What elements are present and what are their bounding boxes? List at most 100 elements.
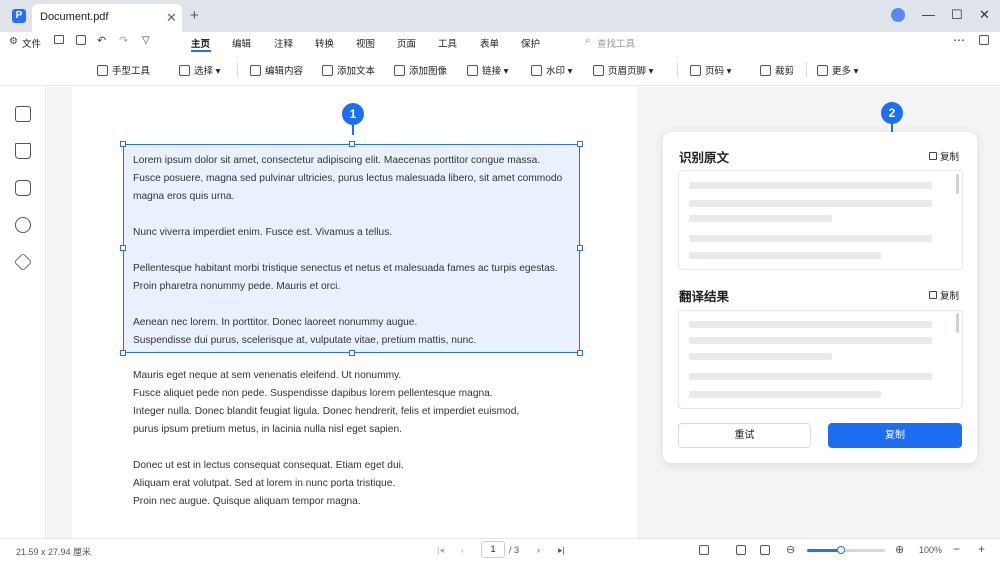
next-page-icon[interactable]: › <box>537 545 540 555</box>
source-text-title: 识别原文 <box>679 151 730 165</box>
tab-close-icon[interactable]: ✕ <box>166 10 177 26</box>
zoom-decrease-icon[interactable]: − <box>953 542 960 556</box>
active-tab-indicator <box>191 50 211 52</box>
edit-icon <box>250 65 261 76</box>
link-icon <box>467 65 478 76</box>
selection-handle[interactable] <box>120 141 126 147</box>
add-image-button[interactable]: 添加图像 <box>394 63 447 77</box>
thumbnails-icon[interactable] <box>15 106 31 122</box>
folder-icon[interactable] <box>54 35 64 44</box>
more-label: 更多 <box>832 66 852 77</box>
selection-handle[interactable] <box>120 350 126 356</box>
tool-search-input[interactable]: 查找工具 <box>597 36 635 50</box>
close-window-icon[interactable]: ✕ <box>979 7 990 23</box>
edit-content-button[interactable]: 编辑内容 <box>250 63 303 77</box>
last-page-icon[interactable]: ▸| <box>558 545 565 556</box>
tab-home[interactable]: 主页 <box>191 36 210 50</box>
page-layout-icon[interactable] <box>699 545 709 555</box>
page-number-label: 页码 <box>705 66 725 77</box>
text-line: Proin nec augue. Quisque aliquam tempor … <box>133 496 361 507</box>
text-line: Integer nulla. Donec blandit feugiat lig… <box>133 406 520 417</box>
file-menu[interactable]: 文件 <box>22 36 41 50</box>
zoom-out-icon[interactable]: ⊖ <box>786 543 795 556</box>
image-icon <box>394 65 405 76</box>
selection-handle[interactable] <box>349 141 355 147</box>
zoom-slider-handle[interactable] <box>837 546 845 554</box>
step-badge-2: 2 <box>881 102 903 124</box>
settings-icon[interactable]: ⚙ <box>9 36 18 47</box>
copy-source-label: 复制 <box>940 152 960 163</box>
zoom-in-icon[interactable]: ⊕ <box>895 543 904 556</box>
first-page-icon[interactable]: |◂ <box>437 545 444 556</box>
undo-icon[interactable]: ↶ <box>97 34 106 47</box>
page-number-input[interactable]: 1 <box>481 541 505 558</box>
translation-result-title: 翻译结果 <box>679 290 730 304</box>
placeholder-line <box>689 321 932 328</box>
more-button[interactable]: 更多 ▾ <box>817 63 858 77</box>
zoom-increase-icon[interactable]: + <box>978 542 985 556</box>
comment-icon[interactable] <box>15 180 31 196</box>
selected-text-block: Lorem ipsum dolor sit amet, consectetur … <box>133 152 578 350</box>
add-text-button[interactable]: 添加文本 <box>322 63 375 77</box>
fit-width-icon[interactable] <box>736 545 746 555</box>
dropdown-icon[interactable]: ▽ <box>142 35 150 46</box>
selection-handle[interactable] <box>577 350 583 356</box>
placeholder-line <box>689 353 832 360</box>
avatar[interactable] <box>891 8 905 22</box>
tab-annotate[interactable]: 注释 <box>274 36 293 50</box>
text-line: Fusce posuere, magna sed pulvinar ultric… <box>133 173 563 184</box>
link-label: 链接 <box>482 66 502 77</box>
tab-view[interactable]: 视图 <box>356 36 375 50</box>
page-number-button[interactable]: 页码 ▾ <box>690 63 731 77</box>
divider <box>677 62 678 78</box>
copy-button[interactable]: 复制 <box>828 423 962 448</box>
crop-button[interactable]: 裁剪 <box>760 63 794 77</box>
placeholder-line <box>689 182 932 189</box>
minimize-icon[interactable]: — <box>922 7 935 22</box>
share-icon[interactable] <box>979 35 989 45</box>
hand-icon <box>97 65 108 76</box>
tab-convert[interactable]: 转换 <box>315 36 334 50</box>
text-line: Donec ut est in lectus consequat consequ… <box>133 460 404 471</box>
tab-form[interactable]: 表单 <box>480 36 499 50</box>
total-pages-label: / 3 <box>509 545 520 555</box>
placeholder-line <box>689 337 932 344</box>
hand-tool-button[interactable]: 手型工具 <box>97 63 150 77</box>
redo-icon[interactable]: ↷ <box>119 34 128 47</box>
tab-page[interactable]: 页面 <box>397 36 416 50</box>
divider <box>806 62 807 78</box>
watermark-button[interactable]: 水印 ▾ <box>531 63 572 77</box>
selection-handle[interactable] <box>120 245 126 251</box>
text-line: Suspendisse dui purus, scelerisque at, v… <box>133 335 477 346</box>
text-line: Pellentesque habitant morbi tristique se… <box>133 263 558 274</box>
scrollbar[interactable] <box>956 174 959 194</box>
tab-edit[interactable]: 编辑 <box>232 36 251 50</box>
hand-tool-label: 手型工具 <box>112 66 151 77</box>
tab-protect[interactable]: 保护 <box>521 36 540 50</box>
scrollbar[interactable] <box>956 313 959 333</box>
link-button[interactable]: 链接 ▾ <box>467 63 508 77</box>
header-footer-button[interactable]: 页眉页脚 ▾ <box>593 63 653 77</box>
tab-title: Document.pdf <box>40 11 109 23</box>
fit-page-icon[interactable] <box>760 545 770 555</box>
badge-connector <box>352 125 354 135</box>
bookmark-icon[interactable] <box>15 143 31 159</box>
copy-source-link[interactable]: 复制 <box>929 149 959 163</box>
tab-tools[interactable]: 工具 <box>438 36 457 50</box>
selection-handle[interactable] <box>577 141 583 147</box>
text-line: Lorem ipsum dolor sit amet, consectetur … <box>133 155 541 166</box>
selection-handle[interactable] <box>349 350 355 356</box>
page-number-icon <box>690 65 701 76</box>
prev-page-icon[interactable]: ‹ <box>461 545 464 555</box>
new-tab-icon[interactable]: + <box>190 7 199 24</box>
maximize-icon[interactable]: ☐ <box>951 7 963 23</box>
copy-result-link[interactable]: 复制 <box>929 288 959 302</box>
select-label: 选择 <box>194 66 214 77</box>
document-tab[interactable]: Document.pdf ✕ <box>32 4 182 32</box>
zoom-level[interactable]: 100% <box>919 545 942 555</box>
retry-button[interactable]: 重试 <box>678 423 811 448</box>
print-icon[interactable] <box>76 35 86 45</box>
more-menu-icon[interactable]: ⋯ <box>953 33 965 47</box>
select-button[interactable]: 选择 ▾ <box>179 63 220 77</box>
attachment-icon[interactable] <box>15 217 31 233</box>
